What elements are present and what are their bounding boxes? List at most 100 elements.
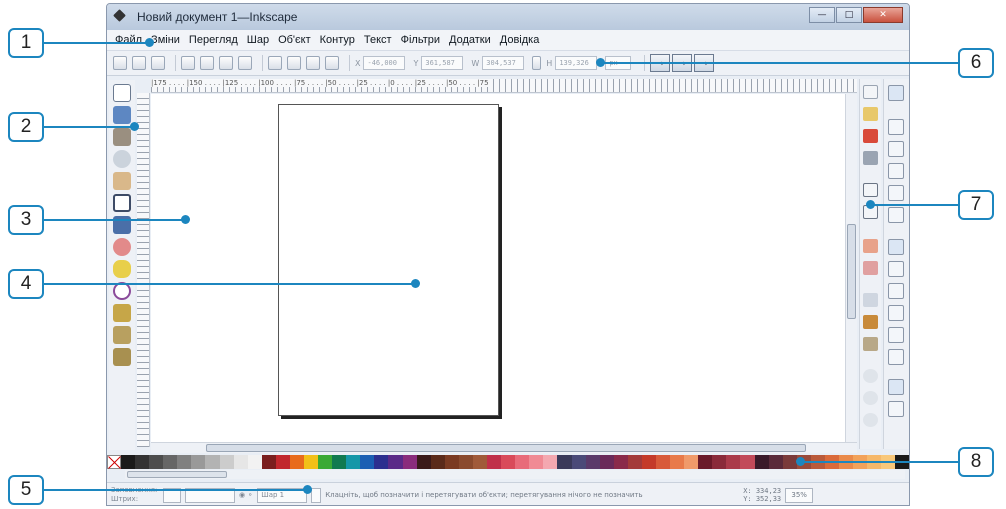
cut-icon[interactable] bbox=[863, 315, 878, 329]
calligraphy-tool-icon[interactable] bbox=[113, 348, 131, 366]
pencil-tool-icon[interactable] bbox=[113, 304, 131, 322]
pen-tool-icon[interactable] bbox=[113, 326, 131, 344]
star-tool-icon[interactable] bbox=[113, 260, 131, 278]
lock-icon[interactable] bbox=[532, 56, 542, 70]
raise-icon[interactable] bbox=[287, 56, 301, 70]
zoom-drawing-icon[interactable] bbox=[863, 391, 878, 405]
menu-layer[interactable]: Шар bbox=[247, 34, 269, 46]
zoom-tool-icon[interactable] bbox=[113, 150, 131, 168]
color-swatch[interactable] bbox=[416, 455, 431, 469]
color-swatch[interactable] bbox=[121, 455, 136, 469]
menu-object[interactable]: Об'єкт bbox=[278, 34, 311, 46]
snap-smooth-nodes-icon[interactable] bbox=[888, 327, 904, 343]
color-swatch[interactable] bbox=[768, 455, 783, 469]
print-icon[interactable] bbox=[863, 151, 878, 165]
menu-file[interactable]: Файл bbox=[115, 34, 142, 46]
no-paint-swatch[interactable] bbox=[107, 455, 121, 469]
color-swatch[interactable] bbox=[261, 455, 276, 469]
deselect-icon[interactable] bbox=[151, 56, 165, 70]
snap-bbox-icon[interactable] bbox=[888, 119, 904, 135]
close-button[interactable]: ✕ bbox=[863, 7, 903, 23]
vertical-ruler[interactable] bbox=[137, 93, 150, 447]
new-document-icon[interactable] bbox=[863, 85, 878, 99]
select-all-icon[interactable] bbox=[113, 56, 127, 70]
h-field[interactable]: 139,326 bbox=[555, 56, 598, 70]
color-swatch[interactable] bbox=[712, 455, 727, 469]
undo-icon[interactable] bbox=[863, 239, 878, 253]
color-swatch[interactable] bbox=[304, 455, 319, 469]
color-swatch[interactable] bbox=[219, 455, 234, 469]
redo-icon[interactable] bbox=[863, 261, 878, 275]
minimize-button[interactable]: — bbox=[809, 7, 835, 23]
horizontal-scrollbar[interactable] bbox=[151, 442, 857, 453]
y-field[interactable]: 361,587 bbox=[421, 56, 464, 70]
zoom-selection-icon[interactable] bbox=[863, 369, 878, 383]
color-swatch[interactable] bbox=[444, 455, 459, 469]
color-swatch[interactable] bbox=[374, 455, 389, 469]
vertical-scrollbar[interactable] bbox=[845, 94, 857, 442]
color-swatch[interactable] bbox=[740, 455, 755, 469]
snap-bbox-center-icon[interactable] bbox=[888, 207, 904, 223]
tweak-tool-icon[interactable] bbox=[113, 128, 131, 146]
color-swatch[interactable] bbox=[163, 455, 178, 469]
snap-cusp-nodes-icon[interactable] bbox=[888, 305, 904, 321]
selector-tool-icon[interactable] bbox=[113, 84, 131, 102]
raise-to-top-icon[interactable] bbox=[268, 56, 282, 70]
snap-bbox-corner-icon[interactable] bbox=[888, 163, 904, 179]
rotate-ccw-icon[interactable] bbox=[181, 56, 195, 70]
color-swatch[interactable] bbox=[501, 455, 516, 469]
vertical-scroll-thumb[interactable] bbox=[847, 224, 856, 319]
color-swatch[interactable] bbox=[472, 455, 488, 469]
menu-view[interactable]: Перегляд bbox=[189, 34, 238, 46]
color-swatch[interactable] bbox=[402, 455, 417, 469]
color-swatch[interactable] bbox=[599, 455, 614, 469]
snap-page-border-icon[interactable] bbox=[888, 379, 904, 395]
color-swatch[interactable] bbox=[458, 455, 473, 469]
palette-scrollbar[interactable] bbox=[125, 470, 905, 479]
color-swatch[interactable] bbox=[557, 455, 572, 469]
color-swatch[interactable] bbox=[205, 455, 220, 469]
color-swatch[interactable] bbox=[543, 455, 558, 469]
color-swatch[interactable] bbox=[726, 455, 741, 469]
color-swatch[interactable] bbox=[247, 455, 262, 469]
color-swatch[interactable] bbox=[191, 455, 206, 469]
color-swatch[interactable] bbox=[684, 455, 699, 469]
color-swatch[interactable] bbox=[318, 455, 333, 469]
color-swatch[interactable] bbox=[149, 455, 164, 469]
color-swatch[interactable] bbox=[515, 455, 530, 469]
color-swatch[interactable] bbox=[346, 455, 361, 469]
snap-toggle-icon[interactable] bbox=[888, 85, 904, 101]
menu-help[interactable]: Довідка bbox=[500, 34, 540, 46]
color-swatch[interactable] bbox=[360, 455, 375, 469]
snap-bbox-edge-icon[interactable] bbox=[888, 141, 904, 157]
menu-edit[interactable]: Зміни bbox=[151, 34, 180, 46]
w-field[interactable]: 304,537 bbox=[482, 56, 525, 70]
color-swatch[interactable] bbox=[487, 455, 502, 469]
node-tool-icon[interactable] bbox=[113, 106, 131, 124]
color-swatch[interactable] bbox=[332, 455, 347, 469]
open-icon[interactable] bbox=[863, 107, 878, 121]
menu-text[interactable]: Текст bbox=[364, 34, 392, 46]
zoom-page-icon[interactable] bbox=[863, 413, 878, 427]
color-swatch[interactable] bbox=[698, 455, 713, 469]
color-swatch[interactable] bbox=[275, 455, 290, 469]
snap-grids-icon[interactable] bbox=[888, 401, 904, 417]
snap-bbox-midpoint-icon[interactable] bbox=[888, 185, 904, 201]
color-swatch[interactable] bbox=[233, 455, 248, 469]
menu-path[interactable]: Контур bbox=[320, 34, 355, 46]
color-swatch[interactable] bbox=[388, 455, 403, 469]
lower-to-bottom-icon[interactable] bbox=[325, 56, 339, 70]
menu-filters[interactable]: Фільтри bbox=[401, 34, 440, 46]
snap-intersections-icon[interactable] bbox=[888, 283, 904, 299]
snap-nodes-icon[interactable] bbox=[888, 239, 904, 255]
color-swatch[interactable] bbox=[289, 455, 305, 469]
save-icon[interactable] bbox=[863, 129, 878, 143]
select-all-layers-icon[interactable] bbox=[132, 56, 146, 70]
color-swatch[interactable] bbox=[585, 455, 600, 469]
color-swatch[interactable] bbox=[641, 455, 656, 469]
flip-vertical-icon[interactable] bbox=[238, 56, 252, 70]
paste-icon[interactable] bbox=[863, 337, 878, 351]
layer-visibility-icon[interactable]: ◉ ⚬ bbox=[239, 491, 253, 499]
rectangle-tool-icon[interactable] bbox=[113, 194, 131, 212]
color-swatch[interactable] bbox=[754, 455, 769, 469]
